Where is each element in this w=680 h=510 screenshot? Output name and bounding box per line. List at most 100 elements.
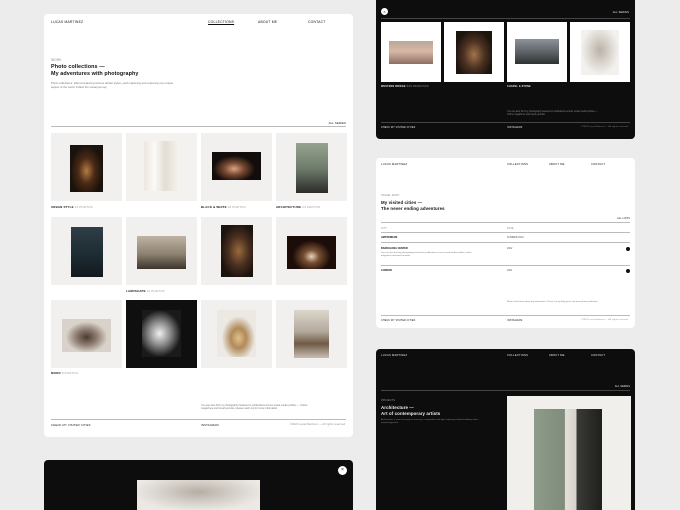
- top-nav: LUCAS MARTINEZ COLLECTIONS ABOUT ME CONT…: [381, 163, 630, 171]
- nav-about[interactable]: ABOUT ME: [549, 163, 565, 166]
- footer-cities-link[interactable]: CHECK MY VISITED CITIES: [381, 319, 415, 322]
- divider: [381, 18, 630, 19]
- nav-contact[interactable]: CONTACT: [591, 163, 605, 166]
- intro-text: Architecture: a series focused on struct…: [381, 419, 479, 424]
- nav-collections[interactable]: COLLECTIONS: [208, 20, 234, 24]
- divider: [381, 265, 630, 266]
- caption-architecture: ARCHITECTURE 24 PHOTOS: [276, 205, 321, 209]
- nav-collections[interactable]: COLLECTIONS: [507, 354, 528, 357]
- photo-room: [221, 225, 253, 277]
- all-series-link[interactable]: ALL SERIES: [613, 11, 629, 14]
- all-series-link[interactable]: ALL SERIES: [615, 385, 630, 388]
- footer-divider: [381, 122, 630, 123]
- cities-page: LUCAS MARTINEZ COLLECTIONS ABOUT ME CONT…: [376, 158, 635, 328]
- collection-card-pear[interactable]: [201, 300, 272, 368]
- collection-card-hand[interactable]: [201, 133, 272, 201]
- brand-logo[interactable]: LUCAS MARTINEZ: [381, 163, 407, 166]
- nav-about[interactable]: ABOUT ME: [549, 354, 565, 357]
- footer-note: Want to find more about my adventures? C…: [507, 301, 599, 303]
- collection-card-pier[interactable]: [276, 300, 347, 368]
- caption-landscape: LANDSCAPE 21 PHOTOS: [126, 289, 165, 293]
- collection-card-black[interactable]: [126, 300, 197, 368]
- top-nav: LUCAS MARTINEZ COLLECTIONS ABOUT ME CONT…: [381, 354, 630, 362]
- city-description: You can also find my photography feature…: [381, 252, 472, 257]
- divider: [381, 232, 630, 233]
- nav-about[interactable]: ABOUT ME: [258, 20, 277, 24]
- brand-logo[interactable]: LUCAS MARTINEZ: [381, 354, 407, 357]
- divider: [51, 126, 346, 127]
- gallery-card-bridge[interactable]: [381, 22, 441, 82]
- col-header-city: CITY: [381, 227, 388, 230]
- collection-card-urban[interactable]: [51, 133, 122, 201]
- nav-contact[interactable]: CONTACT: [308, 20, 326, 24]
- gallery-card-fabric[interactable]: [570, 22, 630, 82]
- lightbox-page: ×: [44, 460, 353, 510]
- lightbox-photo: [137, 480, 260, 510]
- col-header-date: DATE: [507, 227, 514, 230]
- caption-mood: MOOD 8 PHOTOS: [51, 371, 78, 375]
- caption-bw: BLACK & WHITE 18 PHOTOS: [201, 205, 246, 209]
- collection-card-food[interactable]: [276, 217, 347, 285]
- collection-card-landscape[interactable]: [126, 217, 197, 285]
- photo-mountains: [515, 39, 559, 64]
- footer-divider: [381, 315, 630, 316]
- city-date: 2021: [507, 269, 513, 272]
- title-line-1: Photo collections —: [51, 64, 105, 70]
- collection-card-mood[interactable]: [51, 300, 122, 368]
- city-date: 2022: [507, 247, 513, 250]
- eyebrow: TRAVEL DIARY: [381, 194, 400, 197]
- city-date: SUMMER 2023: [507, 236, 524, 239]
- nav-collections[interactable]: COLLECTIONS: [507, 163, 528, 166]
- all-lists-link[interactable]: ALL LISTS: [617, 217, 630, 220]
- gallery-card-chapel[interactable]: [444, 22, 504, 82]
- eyebrow: PROJECTS: [381, 399, 395, 402]
- photo-doorway: [70, 145, 103, 192]
- title-line-2: My adventures with photography: [51, 70, 139, 77]
- footer-instagram-link[interactable]: INSTAGRAM: [507, 126, 522, 129]
- photo-fabric: [581, 30, 619, 75]
- gallery-card-mountains[interactable]: [507, 22, 567, 82]
- divider: [381, 242, 630, 243]
- nav-contact[interactable]: CONTACT: [591, 354, 605, 357]
- collection-card-architecture[interactable]: [276, 133, 347, 201]
- page-title: My visited cities — The never ending adv…: [381, 200, 445, 211]
- divider: [381, 390, 630, 391]
- footer-cities-link[interactable]: CHECK MY VISITED CITIES: [51, 423, 91, 427]
- footer-cities-link[interactable]: CHECK MY VISITED CITIES: [381, 126, 415, 129]
- page-title: Architecture — Art of contemporary artis…: [381, 405, 440, 416]
- collection-card-sea[interactable]: [51, 217, 122, 285]
- featured-photo-frame[interactable]: [507, 396, 631, 510]
- photo-architecture: [534, 409, 602, 510]
- collection-card-room[interactable]: [201, 217, 272, 285]
- expand-icon[interactable]: [626, 269, 630, 273]
- photo-building: [296, 143, 328, 193]
- footer-note: You can also find my photography feature…: [201, 404, 308, 411]
- collections-page: LUCAS MARTINEZ COLLECTIONS ABOUT ME CONT…: [44, 14, 353, 437]
- photo-chapel: [456, 31, 492, 74]
- dark-gallery-page: × ALL SERIES WESTERN BRIDGE SAN FRANCISC…: [376, 0, 635, 139]
- photo-sea: [71, 227, 103, 277]
- city-name[interactable]: AMSTERDAM: [381, 236, 397, 239]
- footer-divider: [51, 419, 346, 420]
- footer-copyright: ©2024 Lucas Martinez — All rights reserv…: [581, 126, 628, 128]
- brand-logo[interactable]: LUCAS MARTINEZ: [51, 20, 83, 24]
- eyebrow: WORK: [51, 58, 62, 62]
- footer-instagram-link[interactable]: INSTAGRAM: [507, 319, 522, 322]
- all-series-link[interactable]: ALL SERIES: [329, 121, 346, 125]
- footer-copyright: ©2024 Lucas Martinez — All rights reserv…: [581, 319, 628, 321]
- photo-pear: [217, 310, 256, 357]
- close-icon[interactable]: ×: [381, 8, 388, 15]
- expand-icon[interactable]: [626, 247, 630, 251]
- collection-card-bw[interactable]: [126, 133, 197, 201]
- photo-curtain: [144, 141, 179, 191]
- photo-food: [287, 236, 336, 269]
- photo-cake: [62, 319, 111, 352]
- city-name[interactable]: BARCELONA CENTER: [381, 247, 408, 250]
- title-line-2: Art of contemporary artists: [381, 410, 441, 416]
- footer-copyright: ©2024 Lucas Martinez — All rights reserv…: [290, 423, 346, 426]
- close-icon[interactable]: ×: [338, 466, 347, 475]
- footer-instagram-link[interactable]: INSTAGRAM: [201, 423, 219, 427]
- page-title: Photo collections — My adventures with p…: [51, 64, 138, 77]
- photo-sculpture: [142, 310, 181, 357]
- city-name[interactable]: LONDON: [381, 269, 392, 272]
